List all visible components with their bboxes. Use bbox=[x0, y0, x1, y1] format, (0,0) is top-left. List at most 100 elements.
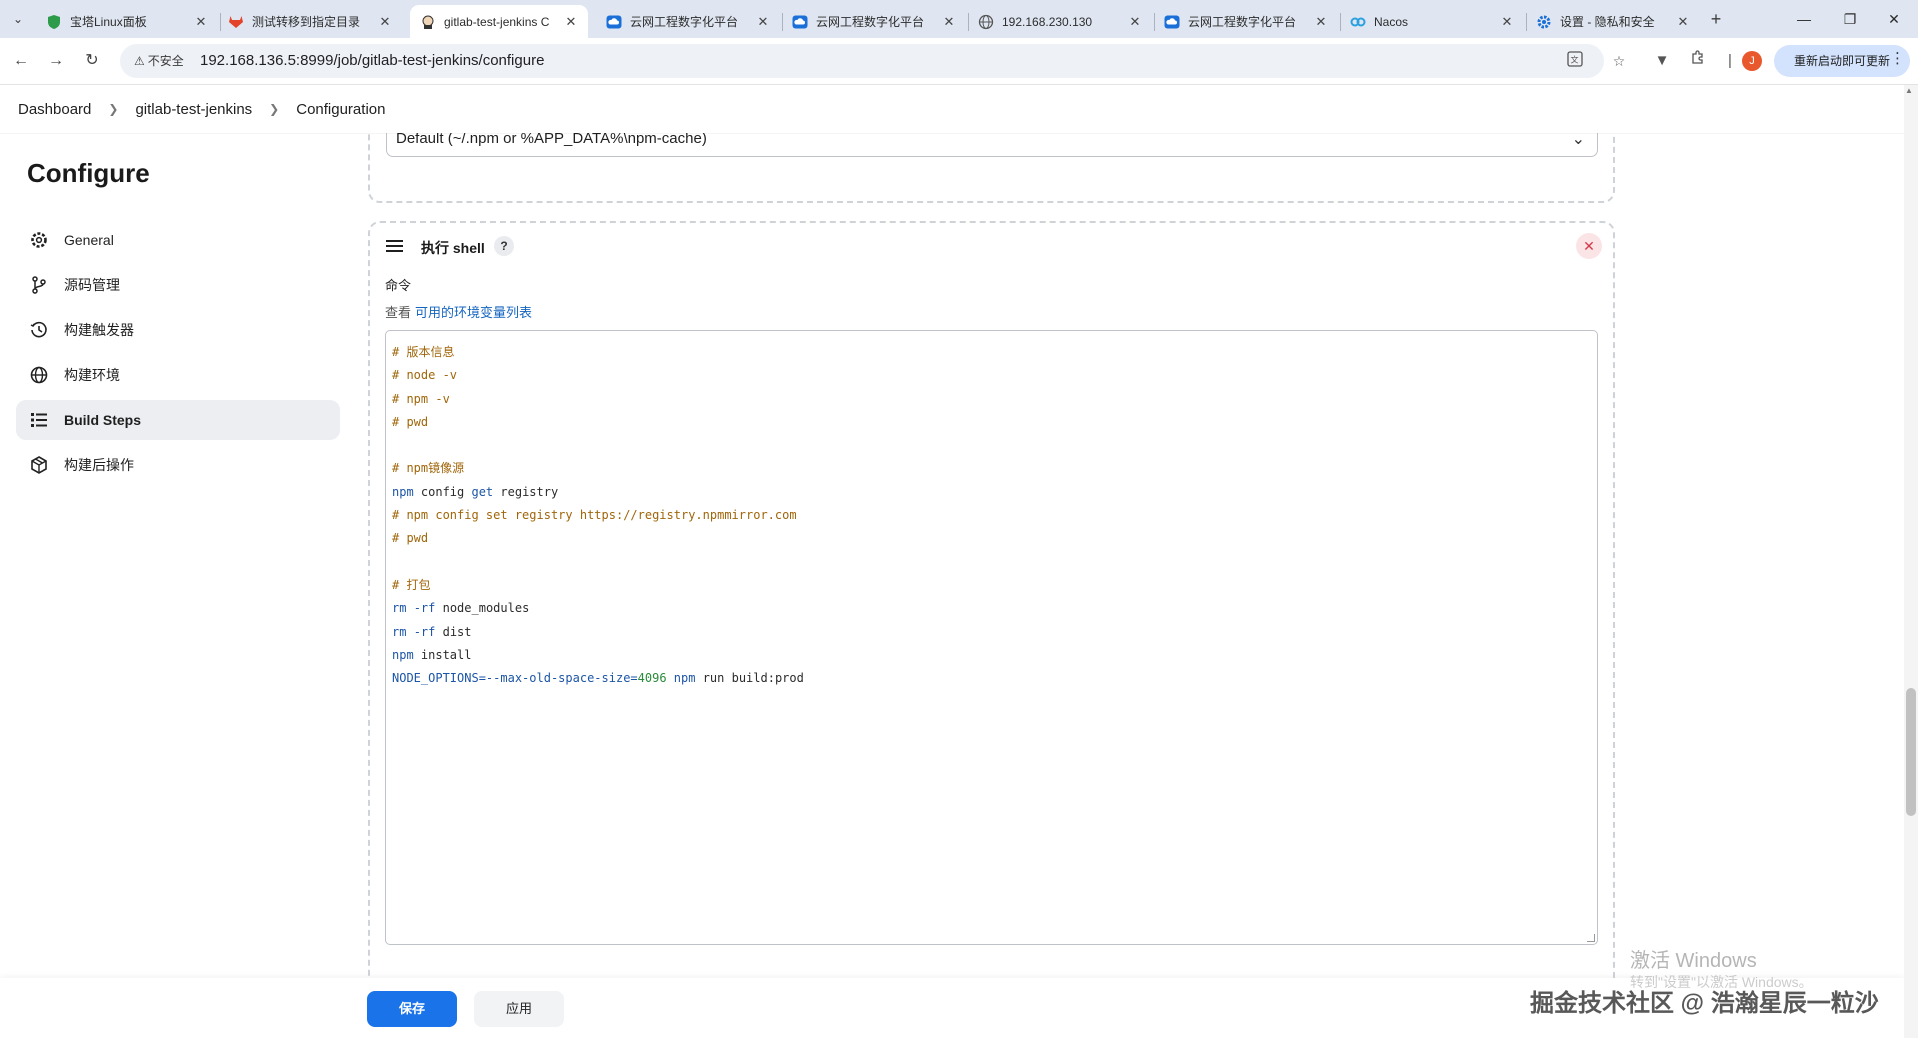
close-tab-icon[interactable]: ✕ bbox=[192, 14, 210, 30]
branch-icon bbox=[28, 274, 50, 296]
browser-menu-icon[interactable]: ⋮ bbox=[1890, 49, 1905, 67]
reload-button[interactable]: ↻ bbox=[79, 48, 105, 74]
profile-avatar[interactable]: J bbox=[1742, 51, 1762, 71]
breadcrumb-job[interactable]: gitlab-test-jenkins bbox=[135, 101, 252, 118]
close-tab-icon[interactable]: ✕ bbox=[1312, 14, 1330, 30]
drag-handle-icon[interactable] bbox=[386, 240, 403, 252]
code-token: rm bbox=[392, 601, 407, 616]
site-security-chip[interactable]: ⚠ 不安全 bbox=[128, 49, 190, 73]
globe-icon bbox=[28, 364, 50, 386]
forward-button[interactable]: → bbox=[43, 48, 69, 74]
save-button[interactable]: 保存 bbox=[367, 991, 457, 1027]
command-editor[interactable]: # 版本信息 # node -v # npm -v # pwd # npm镜像源 npm… bbox=[385, 330, 1598, 945]
sidebar-item-label: 源码管理 bbox=[64, 277, 120, 293]
cloud-icon bbox=[606, 14, 622, 30]
sidebar-item[interactable]: 构建触发器 bbox=[16, 310, 340, 350]
browser-tab[interactable]: 测试转移到指定目录 ✕ bbox=[218, 5, 402, 38]
list-icon bbox=[28, 409, 50, 431]
gitlab-icon bbox=[228, 14, 244, 30]
restore-button[interactable]: ❐ bbox=[1836, 9, 1864, 29]
code-line: rm -rf node_modules bbox=[392, 597, 1597, 620]
browser-tab[interactable]: 云网工程数字化平台 ✕ bbox=[1154, 5, 1338, 38]
sidebar-item[interactable]: Build Steps bbox=[16, 400, 340, 440]
close-tab-icon[interactable]: ✕ bbox=[1674, 14, 1692, 30]
sidebar-item[interactable]: General bbox=[16, 220, 340, 260]
translate-icon[interactable]: 文 bbox=[1564, 51, 1586, 71]
tab-title: 宝塔Linux面板 bbox=[70, 15, 147, 29]
tab-title: 云网工程数字化平台 bbox=[816, 15, 925, 29]
browser-tab[interactable]: gitlab-test-jenkins C ✕ bbox=[410, 5, 588, 38]
tab-title: 192.168.230.130 bbox=[1002, 14, 1093, 29]
browser-tab[interactable]: 192.168.230.130 ✕ bbox=[968, 5, 1152, 38]
browser-tab[interactable]: Nacos ✕ bbox=[1340, 5, 1524, 38]
bookmark-star-icon[interactable]: ☆ bbox=[1608, 51, 1630, 71]
close-tab-icon[interactable]: ✕ bbox=[940, 14, 958, 30]
step-title: 执行 shell bbox=[421, 240, 485, 256]
code-token: rm bbox=[392, 624, 407, 639]
code-line: npm config get registry bbox=[392, 481, 1597, 504]
close-tab-icon[interactable]: ✕ bbox=[376, 14, 394, 30]
code-line: # npm镜像源 bbox=[392, 457, 1597, 480]
browser-tab[interactable]: 云网工程数字化平台 ✕ bbox=[782, 5, 966, 38]
tab-title: 云网工程数字化平台 bbox=[1188, 15, 1297, 29]
code-token: NODE_OPTIONS=--max-old-space-size= bbox=[392, 671, 638, 686]
breadcrumb-configuration[interactable]: Configuration bbox=[296, 101, 385, 118]
close-tab-icon[interactable]: ✕ bbox=[1498, 14, 1516, 30]
browser-tab-strip: ⌄ 宝塔Linux面板 ✕ 测试转移到指定目录 ✕ gitlab-test-jenkin… bbox=[0, 0, 1918, 38]
scroll-up-arrow-icon[interactable]: ▲ bbox=[1905, 86, 1913, 95]
browser-tab[interactable]: 设置 - 隐私和安全 ✕ bbox=[1526, 5, 1700, 38]
code-token: install bbox=[413, 647, 472, 662]
minimize-button[interactable]: — bbox=[1790, 9, 1818, 29]
new-tab-button[interactable]: + bbox=[1704, 9, 1728, 31]
resize-handle[interactable] bbox=[1587, 934, 1595, 942]
globe-icon bbox=[978, 14, 994, 30]
extension-vue-icon[interactable]: ▼ bbox=[1650, 49, 1674, 73]
code-line: NODE_OPTIONS=--max-old-space-size=4096 n… bbox=[392, 667, 1597, 690]
page-scrollbar[interactable] bbox=[1904, 85, 1918, 1038]
tab-title: 测试转移到指定目录 bbox=[252, 15, 361, 29]
code-line: # pwd bbox=[392, 411, 1597, 434]
svg-text:文: 文 bbox=[1571, 55, 1579, 65]
sidebar-item[interactable]: 构建后操作 bbox=[16, 445, 340, 485]
code-token: # npm镜像源 bbox=[392, 461, 465, 476]
gear-icon bbox=[1536, 14, 1552, 30]
sidebar-item-label: 构建触发器 bbox=[64, 322, 134, 338]
close-tab-icon[interactable]: ✕ bbox=[754, 14, 772, 30]
sidebar-item[interactable]: 源码管理 bbox=[16, 265, 340, 305]
code-token: # 打包 bbox=[392, 577, 431, 592]
code-line: # pwd bbox=[392, 527, 1597, 550]
url-text[interactable]: 192.168.136.5:8999/job/gitlab-test-jenki… bbox=[200, 52, 544, 69]
code-line: # npm -v bbox=[392, 388, 1597, 411]
env-vars-link[interactable]: 可用的环境变量列表 bbox=[415, 305, 532, 320]
tab-title: 云网工程数字化平台 bbox=[630, 15, 739, 29]
nacos-icon bbox=[1350, 14, 1366, 30]
breadcrumb-dashboard[interactable]: Dashboard bbox=[18, 101, 91, 118]
extensions-puzzle-icon[interactable] bbox=[1686, 49, 1710, 73]
help-icon[interactable]: ? bbox=[494, 236, 514, 256]
close-tab-icon[interactable]: ✕ bbox=[1126, 14, 1144, 30]
back-button[interactable]: ← bbox=[8, 48, 34, 74]
code-token: # pwd bbox=[392, 414, 429, 429]
remove-step-button[interactable]: ✕ bbox=[1576, 233, 1602, 259]
code-token: # npm -v bbox=[392, 391, 450, 406]
code-line: # npm config set registry https://regist… bbox=[392, 504, 1597, 527]
chevron-right-icon: ❯ bbox=[108, 102, 119, 116]
gear-icon bbox=[28, 229, 50, 251]
browser-tab[interactable]: 云网工程数字化平台 ✕ bbox=[596, 5, 780, 38]
browser-tab[interactable]: 宝塔Linux面板 ✕ bbox=[36, 5, 218, 38]
apply-button[interactable]: 应用 bbox=[474, 991, 564, 1027]
code-token: # pwd bbox=[392, 531, 429, 546]
close-tab-icon[interactable]: ✕ bbox=[562, 14, 580, 30]
tab-search-chevron-icon[interactable]: ⌄ bbox=[6, 8, 30, 30]
tab-title: Nacos bbox=[1374, 14, 1409, 29]
scrollbar-thumb[interactable] bbox=[1906, 688, 1916, 816]
address-bar[interactable]: ⚠ 不安全 192.168.136.5:8999/job/gitlab-test-… bbox=[120, 44, 1625, 78]
breadcrumb: Dashboard ❯ gitlab-test-jenkins ❯ Config… bbox=[0, 85, 1904, 133]
close-window-button[interactable]: ✕ bbox=[1880, 9, 1908, 29]
sidebar-item-label: Build Steps bbox=[64, 412, 142, 428]
chevron-right-icon: ❯ bbox=[269, 102, 280, 116]
sidebar-item[interactable]: 构建环境 bbox=[16, 355, 340, 395]
warning-icon: ⚠ bbox=[134, 54, 145, 68]
